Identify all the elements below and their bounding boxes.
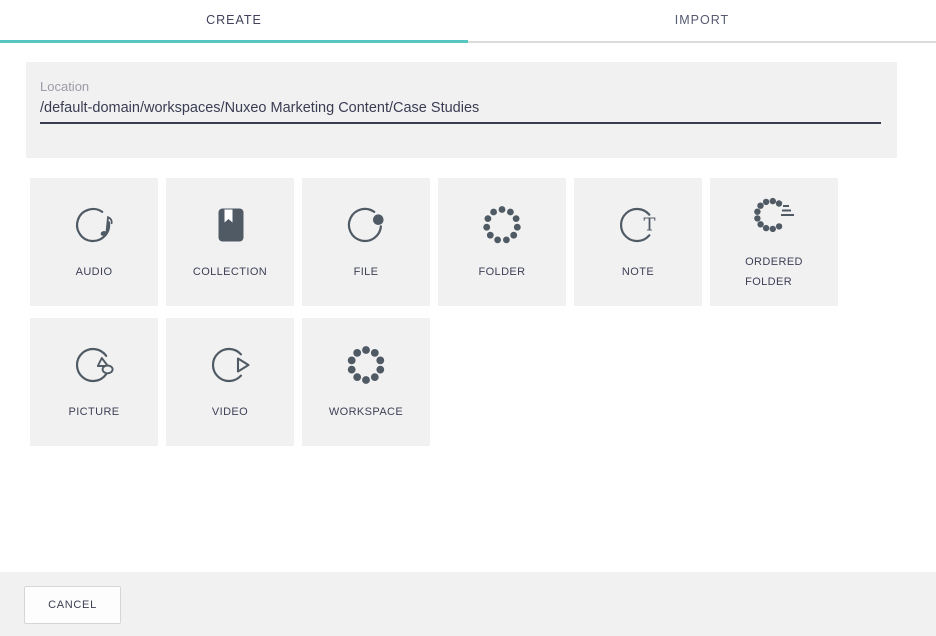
tile-workspace[interactable]: WORKSPACE	[302, 318, 430, 446]
cancel-button[interactable]: CANCEL	[24, 586, 121, 624]
video-play-circle-icon	[208, 343, 252, 387]
tab-create-label: CREATE	[206, 13, 262, 27]
tab-import[interactable]: IMPORT	[468, 0, 936, 41]
note-letter-circle-icon: T	[616, 203, 660, 247]
file-dot-circle-icon	[344, 203, 388, 247]
svg-text:T: T	[643, 214, 655, 235]
doc-type-grid: AUDIO COLLECTION FILE FOLDER T NOTE ORDE…	[30, 178, 838, 446]
picture-shapes-circle-icon	[72, 343, 116, 387]
tab-bar: CREATE IMPORT	[0, 0, 936, 43]
folder-dotted-circle-icon	[480, 203, 524, 247]
create-document-dialog: CREATE IMPORT Location AUDIO COLLECTION …	[0, 0, 936, 636]
collection-book-icon	[208, 203, 252, 247]
doc-type-label: AUDIO	[76, 262, 113, 282]
audio-note-circle-icon	[72, 203, 116, 247]
active-tab-indicator	[0, 40, 468, 43]
tile-picture[interactable]: PICTURE	[30, 318, 158, 446]
tile-ordered-folder[interactable]: ORDERED FOLDER	[710, 178, 838, 306]
location-input[interactable]	[40, 100, 881, 124]
tab-import-label: IMPORT	[675, 13, 729, 27]
tile-folder[interactable]: FOLDER	[438, 178, 566, 306]
doc-type-label: ORDERED FOLDER	[745, 252, 803, 292]
ordered-folder-dotted-list-icon	[752, 193, 796, 237]
doc-type-label: NOTE	[622, 262, 654, 282]
tile-note[interactable]: T NOTE	[574, 178, 702, 306]
tile-audio[interactable]: AUDIO	[30, 178, 158, 306]
tile-file[interactable]: FILE	[302, 178, 430, 306]
tile-collection[interactable]: COLLECTION	[166, 178, 294, 306]
doc-type-label: FOLDER	[478, 262, 525, 282]
doc-type-label: WORKSPACE	[329, 402, 403, 422]
doc-type-label: FILE	[354, 262, 379, 282]
tile-video[interactable]: VIDEO	[166, 318, 294, 446]
location-panel: Location	[26, 62, 897, 158]
doc-type-label: PICTURE	[68, 402, 119, 422]
tab-create[interactable]: CREATE	[0, 0, 468, 41]
doc-type-label: VIDEO	[212, 402, 248, 422]
footer-bar: CANCEL	[0, 572, 936, 636]
doc-type-label: COLLECTION	[193, 262, 267, 282]
location-label: Location	[40, 79, 881, 94]
workspace-dotted-circle-icon	[344, 343, 388, 387]
